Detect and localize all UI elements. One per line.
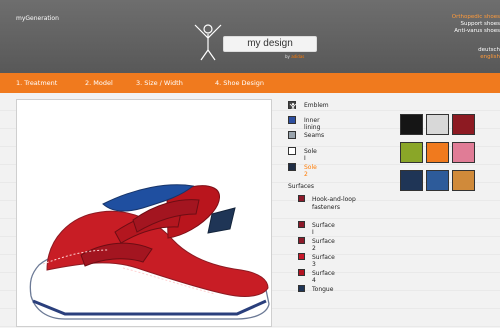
logo-byline: by adidas (285, 54, 304, 59)
option-inner-lining-label: Inner lining (304, 117, 321, 131)
shoe-preview (16, 99, 272, 327)
logo-by: by (285, 54, 290, 59)
link-anti-varus-shoes[interactable]: Anti-varus shoes (452, 28, 500, 35)
palette-swatch-tan[interactable] (452, 170, 475, 191)
shoe-illustration (29, 184, 270, 320)
seams-swatch (288, 131, 296, 139)
hook-and-loop-swatch (298, 195, 305, 202)
header-links: Orthopedic shoes Support shoes Anti-varu… (452, 14, 500, 35)
option-sole-2-label: Sole 2 (304, 164, 317, 178)
brand-name: myGeneration (16, 15, 59, 22)
step-navigation: 1. Treatment 2. Model 3. Size / Width 4.… (0, 73, 500, 93)
surface-4-swatch (298, 269, 305, 276)
option-sole-1-label: Sole I (304, 148, 317, 162)
nav-model[interactable]: 2. Model (85, 79, 113, 87)
surface-2-swatch (298, 237, 305, 244)
nav-treatment[interactable]: 1. Treatment (16, 79, 57, 87)
surfaces-heading: Surfaces (288, 183, 314, 190)
figure-icon (194, 24, 222, 61)
sole-2-swatch (288, 163, 296, 171)
palette-swatch-pink[interactable] (452, 142, 475, 163)
palette-swatch-orange[interactable] (426, 142, 449, 163)
surface-4-label: Surface 4 (312, 270, 335, 284)
my-design-logo[interactable]: my design by adidas (193, 22, 333, 62)
emblem-swatch (288, 101, 297, 110)
nav-size-width[interactable]: 3. Size / Width (136, 79, 183, 87)
link-orthopedic-shoes[interactable]: Orthopedic shoes (452, 14, 500, 21)
option-seams-label: Seams (304, 132, 325, 139)
nav-shoe-design[interactable]: 4. Shoe Design (215, 79, 264, 87)
surface-3-swatch (298, 253, 305, 260)
inner-lining-swatch (288, 116, 296, 124)
sole-1-swatch (288, 147, 296, 155)
palette-swatch-black[interactable] (400, 114, 423, 135)
link-support-shoes[interactable]: Support shoes (452, 21, 500, 28)
option-emblem-label: Emblem (304, 102, 329, 109)
palette-swatch-light-gray[interactable] (426, 114, 449, 135)
tongue-label: Tongue (312, 286, 334, 293)
logo-text: my design (223, 36, 317, 52)
tongue-swatch (298, 285, 305, 292)
surface-1-swatch (298, 221, 305, 228)
emblem-icon (289, 103, 297, 110)
palette-swatch-green[interactable] (400, 142, 423, 163)
surface-2-label: Surface 2 (312, 238, 335, 252)
language-switcher: deutsch english (478, 47, 500, 61)
color-palette (400, 114, 500, 196)
palette-swatch-navy[interactable] (400, 170, 423, 191)
header: myGeneration my design by adidas Orthope… (0, 0, 500, 73)
hook-and-loop-label: Hook-and-loop fasteners (312, 196, 356, 211)
surface-3-label: Surface 3 (312, 254, 335, 268)
lang-english[interactable]: english (478, 54, 500, 61)
surface-1-label: Surface I (312, 222, 335, 236)
palette-swatch-blue[interactable] (426, 170, 449, 191)
palette-swatch-dark-red[interactable] (452, 114, 475, 135)
logo-brand: adidas (291, 54, 305, 59)
lang-deutsch[interactable]: deutsch (478, 47, 500, 54)
